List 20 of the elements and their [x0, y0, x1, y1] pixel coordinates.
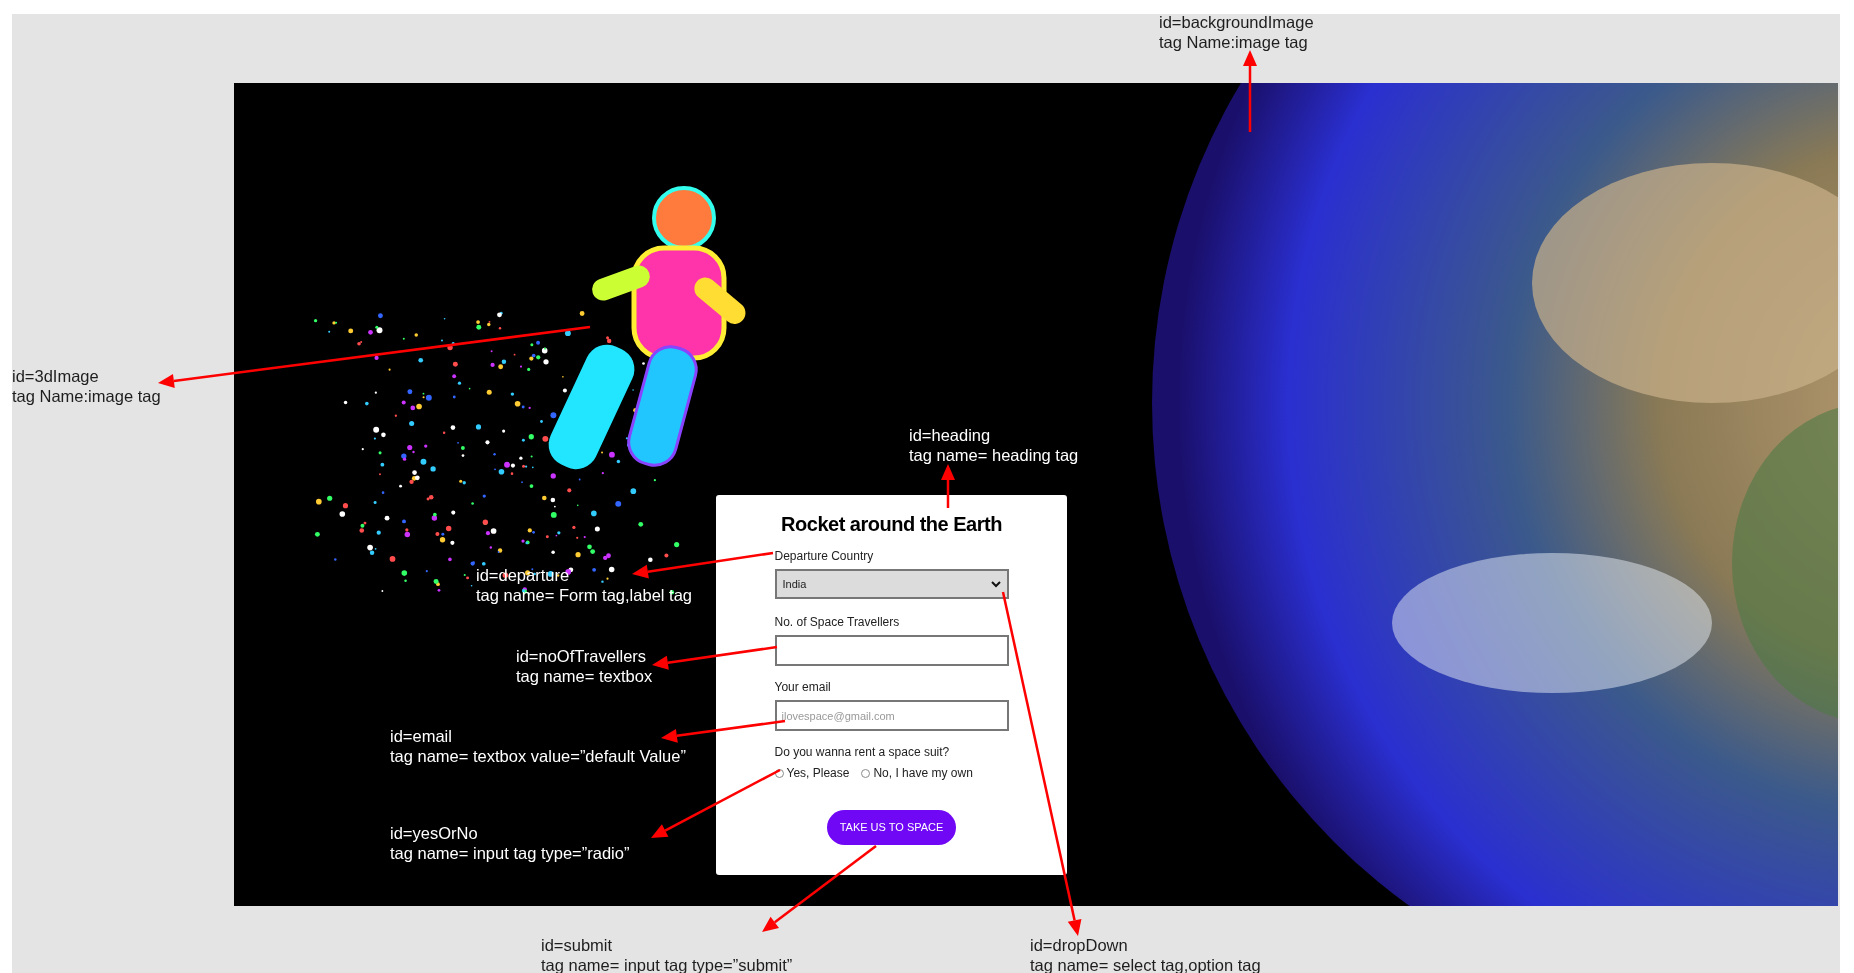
input-field[interactable]: ilovespace@gmail.com — [774, 700, 1009, 731]
annotation-label: id=email tag name= textbox value=”default Value” — [390, 726, 686, 766]
input-field[interactable] — [774, 635, 1009, 666]
form-heading: Rocket around the Earth — [781, 512, 1002, 537]
arrow — [941, 464, 955, 508]
field-label: No. of Space Travellers — [774, 614, 901, 631]
field-label: Departure Country — [774, 548, 875, 565]
chevron-down-icon — [990, 580, 1001, 588]
annotation-label: id=3dImage tag Name:image tag — [12, 366, 161, 406]
country-select[interactable]: India — [774, 569, 1009, 599]
radio-option[interactable]: Yes, Please — [774, 764, 850, 782]
question-label: Do you wanna rent a space suit? — [774, 744, 951, 761]
annotation-label: id=backgroundImage tag Name:image tag — [1159, 12, 1314, 52]
field-label: Your email — [774, 679, 832, 696]
annotation-label: id=noOfTravellers tag name= textbox — [516, 646, 653, 686]
submit-button[interactable]: TAKE US TO SPACE — [827, 810, 956, 845]
annotation-label: id=heading tag name= heading tag — [909, 425, 1079, 465]
annotation-label: id=departure tag name= Form tag,label tag — [476, 565, 692, 605]
radio-option[interactable]: No, I have my own — [861, 764, 973, 782]
annotation-label: id=yesOrNo tag name= input tag type=”radio” — [390, 823, 630, 863]
